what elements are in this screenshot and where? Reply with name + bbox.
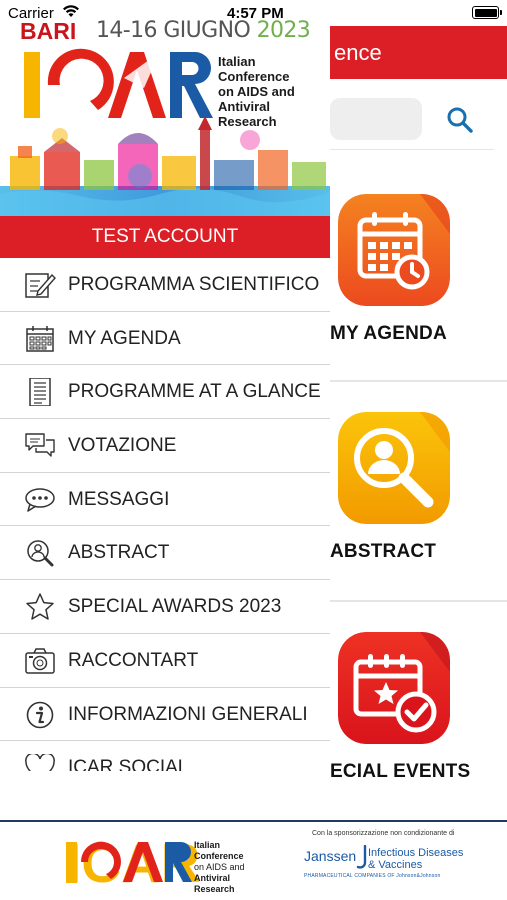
footer-tagline-line: Conference bbox=[194, 851, 244, 861]
menu-item-label: MY AGENDA bbox=[68, 327, 181, 349]
sponsor-note: Con la sponsorizzazione non condizionant… bbox=[312, 830, 455, 837]
icar-footer-logo: ICAR Italian Conference on AIDS and Anti… bbox=[66, 832, 245, 892]
info-icon bbox=[26, 701, 54, 728]
person-search-icon bbox=[27, 540, 54, 567]
conference-banner: BARI 14-16 GIUGNO 2023 Italian Conferenc… bbox=[0, 0, 330, 216]
menu-item-label: PROGRAMMA SCIENTIFICO bbox=[68, 274, 320, 295]
menu-item-label: ICAR SOCIAL bbox=[68, 757, 189, 772]
janssen-logo-text: Janssen bbox=[304, 848, 357, 864]
calendar-star-icon bbox=[338, 632, 450, 744]
menu-item-label: ABSTRACT bbox=[68, 542, 170, 564]
janssen-tagline: Infectious Diseases & Vaccines bbox=[368, 847, 463, 871]
tile-abstract[interactable]: ABSTRACT bbox=[330, 408, 507, 598]
menu-item-label: INFORMAZIONI GENERALI bbox=[68, 703, 308, 725]
tile-my-agenda[interactable]: MY AGENDA bbox=[330, 190, 507, 380]
menu-item-informazioni-generali[interactable]: INFORMAZIONI GENERALI bbox=[0, 688, 330, 742]
search-bar bbox=[330, 88, 494, 150]
app-screen: Carrier 4:57 PM ence MY AGENDA ABSTRACT … bbox=[0, 0, 507, 900]
calendar-icon bbox=[26, 325, 54, 352]
menu-item-label: RACCONTART bbox=[68, 649, 199, 671]
footer-tagline-line: Italian bbox=[194, 840, 220, 850]
menu-item-label: PROGRAMME AT A GLANCE bbox=[68, 381, 321, 403]
menu-item-label: VOTAZIONE bbox=[68, 435, 177, 457]
chat-bubbles-icon bbox=[25, 433, 55, 457]
menu-item-icar-social[interactable]: ICAR SOCIAL bbox=[0, 741, 330, 772]
menu-item-votazione[interactable]: VOTAZIONE bbox=[0, 419, 330, 473]
janssen-tagline-line: & Vaccines bbox=[368, 859, 423, 871]
tile-special-events[interactable]: ECIAL EVENTS bbox=[330, 628, 507, 798]
tile-divider bbox=[330, 380, 507, 382]
menu-item-programme-at-a-glance[interactable]: PROGRAMME AT A GLANCE bbox=[0, 365, 330, 420]
footer-tagline-line: Antiviral bbox=[194, 873, 230, 883]
menu-item-special-awards[interactable]: SPECIAL AWARDS 2023 bbox=[0, 580, 330, 634]
menu-item-programma-scientifico[interactable]: PROGRAMMA SCIENTIFICO bbox=[0, 258, 330, 312]
side-drawer: BARI 14-16 GIUGNO 2023 Italian Conferenc… bbox=[0, 0, 330, 794]
carrier-label: Carrier bbox=[8, 5, 54, 22]
banner-tagline-line: Conference bbox=[218, 69, 290, 84]
banner-tagline-line: Antiviral bbox=[218, 99, 271, 114]
calendar-clock-icon bbox=[338, 194, 450, 306]
tile-divider bbox=[330, 600, 507, 602]
janssen-tagline-line: Infectious Diseases bbox=[368, 847, 464, 859]
banner-tagline-line: on AIDS and bbox=[218, 84, 295, 99]
clock: 4:57 PM bbox=[227, 5, 284, 22]
notepad-pencil-icon bbox=[25, 273, 56, 298]
footer-tagline-line: Research bbox=[194, 884, 235, 892]
person-search-icon bbox=[338, 412, 450, 524]
wifi-icon bbox=[63, 5, 79, 17]
document-lines-icon bbox=[29, 378, 51, 407]
status-bar: Carrier 4:57 PM bbox=[0, 0, 507, 26]
tile-label: MY AGENDA bbox=[330, 323, 447, 344]
search-icon[interactable] bbox=[446, 106, 474, 134]
city-skyline-illustration bbox=[0, 116, 330, 216]
camera-icon bbox=[25, 648, 55, 674]
account-name-bar: TEST ACCOUNT bbox=[0, 216, 330, 258]
janssen-subline: PHARMACEUTICAL COMPANIES OF Johnson&John… bbox=[304, 873, 441, 879]
sponsor-footer: ICAR Italian Conference on AIDS and Anti… bbox=[0, 820, 507, 900]
tile-label: ECIAL EVENTS bbox=[330, 761, 471, 782]
search-input[interactable] bbox=[330, 98, 422, 140]
tile-label: ABSTRACT bbox=[330, 541, 437, 562]
banner-tagline-line: Italian bbox=[218, 54, 256, 69]
drawer-menu: PROGRAMMA SCIENTIFICO MY AGENDA PROGRAMM… bbox=[0, 258, 330, 772]
message-dots-icon bbox=[25, 488, 55, 512]
menu-item-messaggi[interactable]: MESSAGGI bbox=[0, 473, 330, 527]
menu-item-label: MESSAGGI bbox=[68, 488, 170, 510]
heart-icon bbox=[25, 754, 55, 772]
app-header-title: ence bbox=[334, 40, 382, 65]
footer-tagline-line: on AIDS and bbox=[194, 862, 245, 872]
menu-item-my-agenda[interactable]: MY AGENDA bbox=[0, 312, 330, 366]
menu-item-raccontart[interactable]: RACCONTART bbox=[0, 634, 330, 688]
menu-item-abstract[interactable]: ABSTRACT bbox=[0, 526, 330, 581]
menu-item-label: SPECIAL AWARDS 2023 bbox=[68, 596, 282, 618]
battery-icon bbox=[472, 6, 502, 19]
star-icon bbox=[26, 593, 54, 620]
